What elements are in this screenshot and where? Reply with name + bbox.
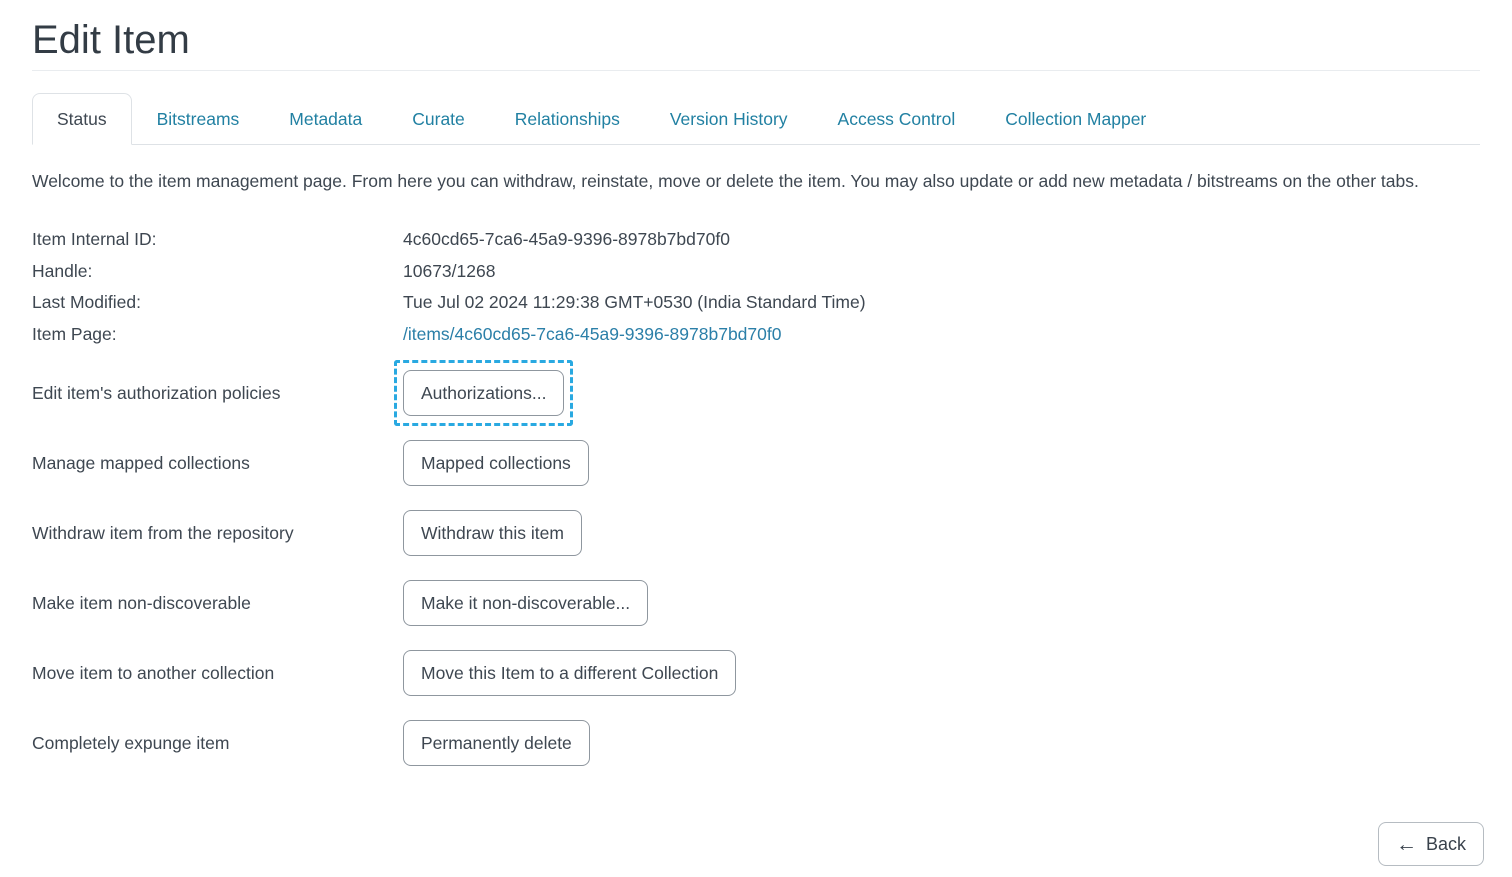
action-row-expunge: Completely expunge item Permanently dele… xyxy=(32,720,1480,766)
edit-item-page: Edit Item Status Bitstreams Metadata Cur… xyxy=(0,0,1512,877)
welcome-text: Welcome to the item management page. Fro… xyxy=(32,165,1442,197)
action-row-authorizations: Edit item's authorization policies Autho… xyxy=(32,370,1480,416)
detail-row-handle: Handle: 10673/1268 xyxy=(32,256,1480,288)
item-details: Item Internal ID: 4c60cd65-7ca6-45a9-939… xyxy=(32,224,1480,350)
back-button-label: Back xyxy=(1426,834,1466,855)
handle-value: 10673/1268 xyxy=(403,256,1480,288)
mapped-collections-button[interactable]: Mapped collections xyxy=(403,440,589,486)
action-label: Completely expunge item xyxy=(32,733,403,754)
authorizations-button[interactable]: Authorizations... xyxy=(403,370,564,416)
action-label: Withdraw item from the repository xyxy=(32,523,403,544)
detail-row-last-modified: Last Modified: Tue Jul 02 2024 11:29:38 … xyxy=(32,287,1480,319)
back-button[interactable]: ← Back xyxy=(1378,822,1484,866)
detail-row-item-page: Item Page: /items/4c60cd65-7ca6-45a9-939… xyxy=(32,319,1480,351)
last-modified-value: Tue Jul 02 2024 11:29:38 GMT+0530 (India… xyxy=(403,287,1480,319)
detail-label: Handle: xyxy=(32,256,403,288)
detail-label: Last Modified: xyxy=(32,287,403,319)
withdraw-item-button[interactable]: Withdraw this item xyxy=(403,510,582,556)
action-row-non-discoverable: Make item non-discoverable Make it non-d… xyxy=(32,580,1480,626)
tab-collection-mapper[interactable]: Collection Mapper xyxy=(980,93,1171,145)
item-internal-id-value: 4c60cd65-7ca6-45a9-9396-8978b7bd70f0 xyxy=(403,224,1480,256)
action-row-move-item: Move item to another collection Move thi… xyxy=(32,650,1480,696)
tab-relationships[interactable]: Relationships xyxy=(490,93,645,145)
action-label: Make item non-discoverable xyxy=(32,593,403,614)
permanently-delete-button[interactable]: Permanently delete xyxy=(403,720,590,766)
detail-label: Item Page: xyxy=(32,319,403,351)
tab-curate[interactable]: Curate xyxy=(387,93,490,145)
action-row-mapped-collections: Manage mapped collections Mapped collect… xyxy=(32,440,1480,486)
item-page-link[interactable]: /items/4c60cd65-7ca6-45a9-9396-8978b7bd7… xyxy=(403,324,781,344)
page-title: Edit Item xyxy=(32,18,1480,62)
action-row-withdraw: Withdraw item from the repository Withdr… xyxy=(32,510,1480,556)
tab-bitstreams[interactable]: Bitstreams xyxy=(132,93,265,145)
action-label: Move item to another collection xyxy=(32,663,403,684)
tab-metadata[interactable]: Metadata xyxy=(264,93,387,145)
tab-version-history[interactable]: Version History xyxy=(645,93,813,145)
title-divider xyxy=(32,70,1480,71)
left-arrow-icon: ← xyxy=(1396,834,1417,855)
action-label: Manage mapped collections xyxy=(32,453,403,474)
tab-status[interactable]: Status xyxy=(32,93,132,145)
move-item-button[interactable]: Move this Item to a different Collection xyxy=(403,650,736,696)
make-non-discoverable-button[interactable]: Make it non-discoverable... xyxy=(403,580,648,626)
tab-bar: Status Bitstreams Metadata Curate Relati… xyxy=(32,93,1480,145)
action-label: Edit item's authorization policies xyxy=(32,383,403,404)
detail-label: Item Internal ID: xyxy=(32,224,403,256)
action-list: Edit item's authorization policies Autho… xyxy=(32,370,1480,766)
tab-access-control[interactable]: Access Control xyxy=(813,93,981,145)
detail-row-internal-id: Item Internal ID: 4c60cd65-7ca6-45a9-939… xyxy=(32,224,1480,256)
